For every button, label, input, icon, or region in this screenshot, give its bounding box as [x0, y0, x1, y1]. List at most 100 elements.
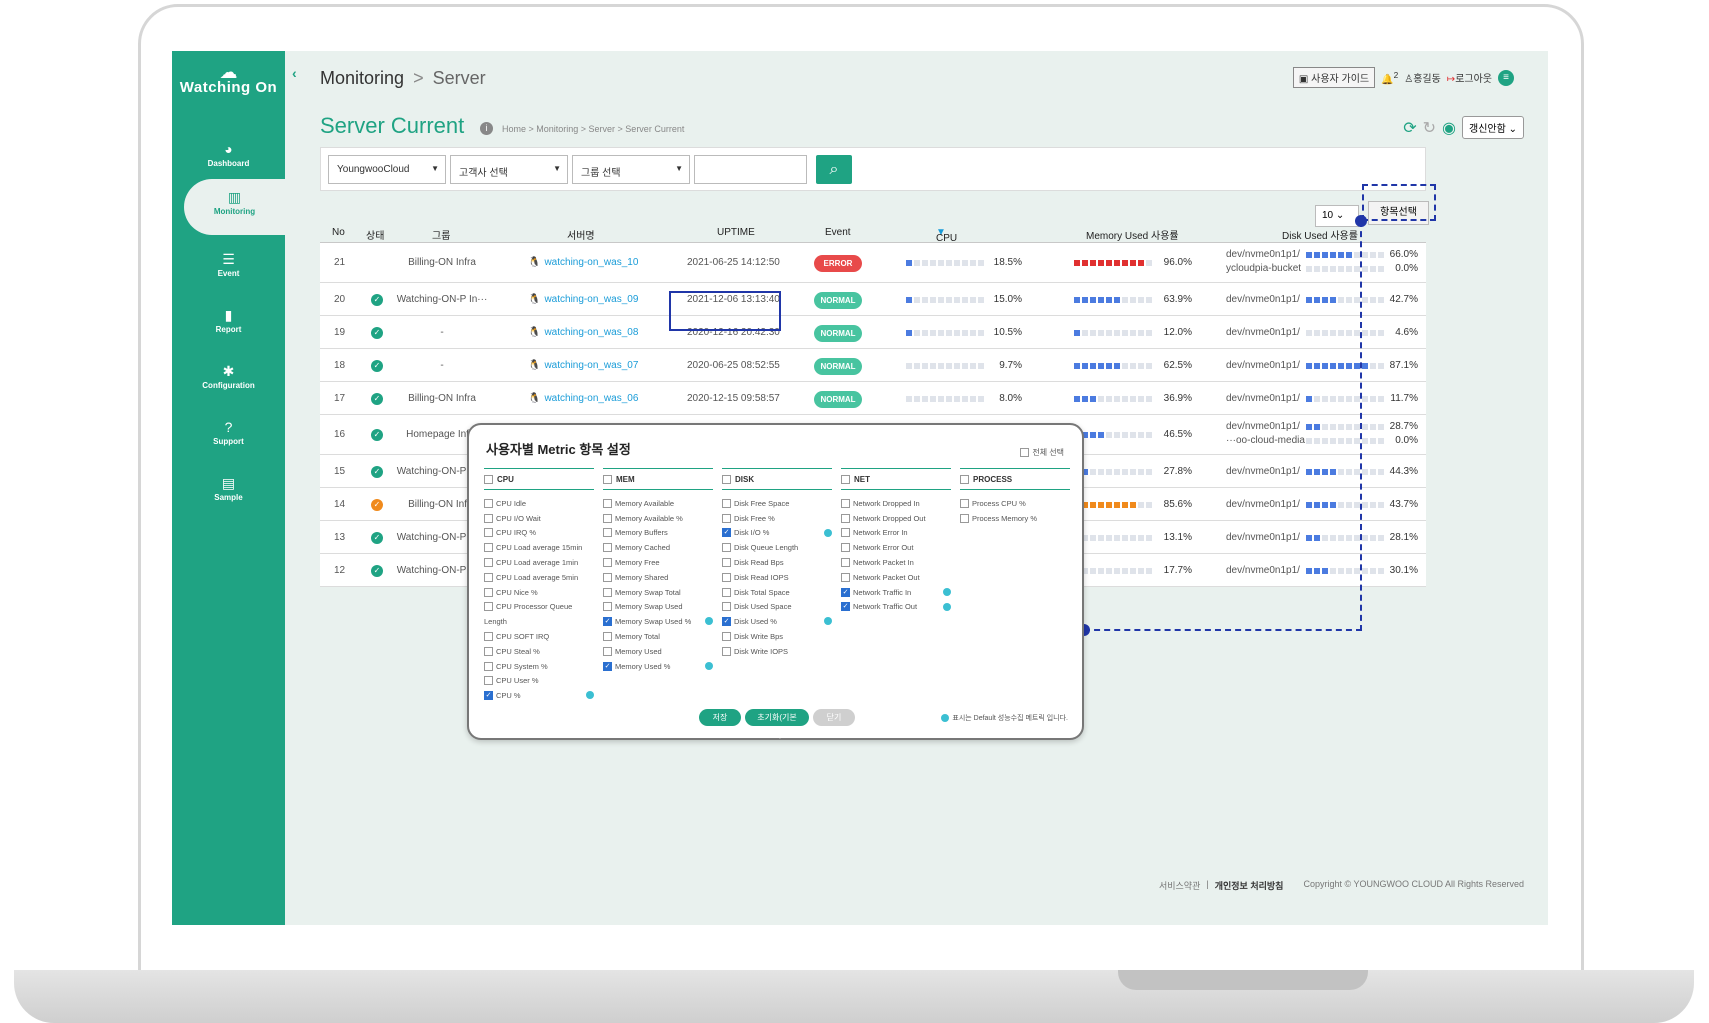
- checkbox[interactable]: [603, 543, 612, 553]
- metric-item[interactable]: Disk Free Space: [722, 496, 832, 511]
- checkbox[interactable]: [484, 676, 493, 686]
- metric-item[interactable]: Disk Queue Length: [722, 540, 832, 555]
- customer-select[interactable]: 고객사 선택 ▼: [450, 155, 568, 184]
- server-name[interactable]: watching-on_was_09: [544, 294, 638, 305]
- sidebar-item-configuration[interactable]: ✱ Configuration: [172, 353, 285, 413]
- group-select[interactable]: 그룹 선택 ▼: [572, 155, 690, 184]
- table-row[interactable]: 20 ✓ Watching-ON-P In··· 🐧 watching-on_was_0…: [320, 283, 1426, 316]
- table-row[interactable]: 19 ✓ - 🐧 watching-on_was_08 2020-12-16 20:42:…: [320, 316, 1426, 349]
- checkbox[interactable]: [722, 474, 731, 484]
- metric-item[interactable]: CPU IRQ %: [484, 526, 594, 541]
- sidebar-item-event[interactable]: ☰ Event: [172, 241, 285, 301]
- metric-item[interactable]: ✓ Network Traffic In: [841, 585, 951, 600]
- refresh-icon[interactable]: ⟳: [1403, 118, 1416, 138]
- reset-default-button[interactable]: 초기화(기본값): [745, 709, 809, 739]
- checkbox[interactable]: [841, 513, 850, 523]
- metric-item[interactable]: Disk Free %: [722, 511, 832, 526]
- close-button[interactable]: 닫기: [813, 709, 855, 726]
- server-name[interactable]: watching-on_was_07: [544, 360, 638, 371]
- checkbox[interactable]: [484, 474, 493, 484]
- metric-item[interactable]: Network Error In: [841, 526, 951, 541]
- select-all-checkbox[interactable]: 전체 선택: [1020, 447, 1064, 458]
- checkbox[interactable]: [722, 498, 731, 508]
- checkbox[interactable]: [960, 474, 969, 484]
- metric-item[interactable]: Network Error Out: [841, 540, 951, 555]
- notification-icon[interactable]: 🔔2: [1381, 70, 1398, 85]
- checkbox[interactable]: [603, 558, 612, 568]
- checkbox[interactable]: [484, 632, 493, 642]
- user-menu[interactable]: ♙홍길동: [1404, 70, 1441, 85]
- checkbox[interactable]: [722, 587, 731, 597]
- metric-item[interactable]: CPU Load average 5min: [484, 570, 594, 585]
- metric-item[interactable]: CPU Idle: [484, 496, 594, 511]
- metric-item[interactable]: Memory Swap Used: [603, 600, 713, 615]
- checkbox[interactable]: [1020, 448, 1030, 457]
- checkbox[interactable]: [722, 513, 731, 523]
- checkbox[interactable]: [722, 543, 731, 553]
- checkbox[interactable]: [603, 646, 612, 656]
- checkbox[interactable]: ✓: [603, 661, 612, 671]
- metric-item[interactable]: Process CPU %: [960, 496, 1070, 511]
- metric-item[interactable]: Memory Total: [603, 629, 713, 644]
- metric-item[interactable]: Memory Buffers: [603, 526, 713, 541]
- checkbox[interactable]: [841, 543, 850, 553]
- collapse-sidebar-button[interactable]: ‹: [292, 65, 297, 81]
- checkbox[interactable]: [960, 498, 969, 508]
- metric-item[interactable]: ✓ Disk I/O %: [722, 526, 832, 541]
- metric-item[interactable]: Network Dropped In: [841, 496, 951, 511]
- checkbox[interactable]: [603, 474, 612, 484]
- table-row[interactable]: 17 ✓ Billing-ON Infra 🐧 watching-on_was_06 20…: [320, 382, 1426, 415]
- server-link[interactable]: 🐧 watching-on_was_06: [528, 393, 638, 404]
- checkbox[interactable]: [841, 558, 850, 568]
- company-select[interactable]: YoungwooCloud ▼: [328, 155, 446, 184]
- checkbox[interactable]: [841, 498, 850, 508]
- checkbox[interactable]: ✓: [484, 691, 493, 701]
- checkbox[interactable]: [722, 572, 731, 582]
- checkbox[interactable]: [484, 661, 493, 671]
- metric-item[interactable]: Disk Used Space: [722, 600, 832, 615]
- search-button[interactable]: ⌕: [816, 155, 852, 184]
- metric-column-header[interactable]: CPU: [484, 468, 594, 490]
- checkbox[interactable]: [960, 513, 969, 523]
- checkbox[interactable]: [603, 587, 612, 597]
- breadcrumb-main[interactable]: Monitoring: [320, 68, 404, 88]
- metric-column-header[interactable]: NET: [841, 468, 951, 490]
- sidebar-item-report[interactable]: ▮ Report: [172, 297, 285, 357]
- checkbox[interactable]: [484, 513, 493, 523]
- server-link[interactable]: 🐧 watching-on_was_10: [528, 257, 638, 268]
- metric-item[interactable]: Memory Cached: [603, 540, 713, 555]
- privacy-link[interactable]: 개인정보 처리방침: [1215, 879, 1284, 892]
- save-button[interactable]: 저장: [699, 709, 741, 726]
- checkbox[interactable]: [484, 646, 493, 656]
- checkbox[interactable]: [484, 558, 493, 568]
- metric-item[interactable]: Memory Available %: [603, 511, 713, 526]
- server-link[interactable]: 🐧 watching-on_was_09: [528, 294, 638, 305]
- metric-item[interactable]: Memory Swap Total: [603, 585, 713, 600]
- metric-item[interactable]: CPU Nice %: [484, 585, 594, 600]
- checkbox[interactable]: ✓: [841, 602, 850, 612]
- metric-item[interactable]: Disk Total Space: [722, 585, 832, 600]
- checkbox[interactable]: [484, 572, 493, 582]
- metric-item[interactable]: Memory Available: [603, 496, 713, 511]
- metric-item[interactable]: ✓ Memory Used %: [603, 659, 713, 674]
- terms-link[interactable]: 서비스약관: [1159, 879, 1200, 892]
- checkbox[interactable]: [603, 513, 612, 523]
- metric-item[interactable]: ✓ CPU %: [484, 688, 594, 703]
- checkbox[interactable]: [722, 558, 731, 568]
- metric-item[interactable]: CPU SOFT IRQ: [484, 629, 594, 644]
- metric-item[interactable]: ✓ Memory Swap Used %: [603, 614, 713, 629]
- metric-item[interactable]: Network Packet Out: [841, 570, 951, 585]
- metric-item[interactable]: CPU Processor Queue: [484, 600, 594, 615]
- metric-item[interactable]: ✓ Network Traffic Out: [841, 600, 951, 615]
- checkbox[interactable]: ✓: [603, 617, 612, 627]
- sidebar-item-monitoring[interactable]: ▥ Monitoring: [184, 179, 285, 235]
- checkbox[interactable]: [841, 572, 850, 582]
- checkbox[interactable]: [603, 572, 612, 582]
- metric-item[interactable]: CPU Load average 15min: [484, 540, 594, 555]
- metric-item[interactable]: Memory Used: [603, 644, 713, 659]
- info-icon[interactable]: i: [480, 122, 493, 135]
- table-row[interactable]: 21! Billing-ON Infra 🐧 watching-on_was_10 20…: [320, 243, 1426, 283]
- checkbox[interactable]: [484, 498, 493, 508]
- menu-icon[interactable]: ≡: [1498, 69, 1514, 86]
- checkbox[interactable]: [722, 646, 731, 656]
